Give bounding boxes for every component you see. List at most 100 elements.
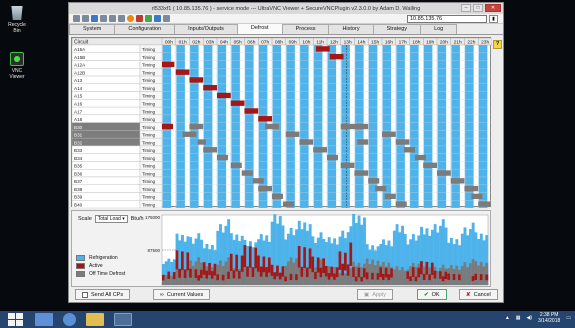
notification-icon[interactable]: ▭ xyxy=(566,315,571,321)
off-time-load-bar xyxy=(392,269,396,285)
powershell-icon[interactable] xyxy=(63,313,76,326)
active-load-bar xyxy=(382,273,385,281)
tray-arrow-icon[interactable]: ▲ xyxy=(505,315,510,321)
off-time-load-bar xyxy=(373,265,377,285)
off-time-load-bar xyxy=(414,267,418,285)
help-icon[interactable]: ? xyxy=(493,40,502,49)
off-time-load-bar xyxy=(308,266,312,285)
refresh-icon[interactable] xyxy=(82,15,89,22)
off-time-defrost-bar xyxy=(464,185,479,192)
tab-strategy[interactable]: Strategy xyxy=(372,24,422,34)
active-load-bar xyxy=(181,251,184,270)
apply-button[interactable]: ▣ Apply xyxy=(357,289,393,300)
off-time-defrost-bar xyxy=(283,201,294,207)
vnc-viewer-desktop-icon[interactable]: VNC Viewer xyxy=(4,52,30,80)
active-load-bar xyxy=(433,270,437,279)
off-time-defrost-bar xyxy=(299,139,314,145)
hour-label: 00h xyxy=(165,40,173,46)
ctrl-key-icon[interactable] xyxy=(109,15,116,22)
off-time-defrost-bar xyxy=(197,139,206,145)
options-icon[interactable] xyxy=(145,15,152,22)
cancel-button[interactable]: ✘ Cancel xyxy=(459,289,498,300)
active-load-bar xyxy=(202,262,206,275)
active-load-bar xyxy=(384,267,388,278)
send-all-checkbox[interactable] xyxy=(82,291,88,298)
off-time-defrost-bar xyxy=(241,170,253,176)
recycle-bin-icon[interactable]: Recycle Bin xyxy=(4,6,30,34)
ok-button[interactable]: ✔ OK xyxy=(417,289,447,300)
circuit-name: B32 xyxy=(74,140,83,145)
active-load-bar xyxy=(479,274,483,281)
file-explorer-icon[interactable] xyxy=(86,313,104,326)
hour-label: 12h xyxy=(330,40,338,46)
off-time-load-bar xyxy=(463,262,467,285)
send-all-cps-button[interactable]: Send All CPs xyxy=(75,289,131,300)
active-defrost-bar xyxy=(175,69,190,75)
chat-icon[interactable] xyxy=(127,15,134,22)
off-time-load-bar xyxy=(409,266,413,285)
off-time-defrost-bar xyxy=(384,193,396,200)
server-manager-icon[interactable] xyxy=(35,313,53,326)
active-load-bar xyxy=(428,274,432,281)
hour-label: 03h xyxy=(206,40,214,46)
active-load-bar xyxy=(205,270,209,279)
off-time-defrost-bar xyxy=(182,131,197,137)
close-button[interactable]: ✕ xyxy=(485,4,501,12)
defrost-type: Timing xyxy=(142,47,156,52)
title-bar[interactable]: rl533xf1 ( 10.85.135.76 ) - service mode… xyxy=(69,3,503,14)
minimize-button[interactable]: – xyxy=(461,4,471,12)
tab-history[interactable]: History xyxy=(328,24,374,34)
active-load-bar xyxy=(417,267,421,278)
tab-configuration[interactable]: Configuration xyxy=(114,24,176,34)
circuit-name-cell xyxy=(71,130,141,139)
active-load-bar xyxy=(316,257,320,273)
fullscreen-icon[interactable] xyxy=(73,15,80,22)
off-time-load-bar xyxy=(281,275,285,285)
bottom-bar: Send All CPs ∞ Current Values ▣ Apply ✔ … xyxy=(71,289,501,301)
info-icon[interactable] xyxy=(154,15,161,22)
off-time-load-bar xyxy=(292,262,296,285)
tab-defrost[interactable]: Defrost xyxy=(236,23,283,34)
active-defrost-bar xyxy=(189,77,204,83)
disconnect-icon[interactable] xyxy=(163,15,170,22)
defrost-type: Timing xyxy=(142,148,156,153)
off-time-load-bar xyxy=(460,266,464,285)
active-load-bar xyxy=(420,261,423,275)
active-load-bar xyxy=(305,267,309,278)
maximize-button[interactable]: □ xyxy=(473,4,483,12)
active-load-bar xyxy=(414,276,418,282)
off-time-load-bar xyxy=(224,261,228,285)
active-load-bar xyxy=(251,267,255,278)
active-load-bar xyxy=(314,271,318,280)
file-transfer-icon[interactable] xyxy=(136,15,143,22)
windows-key-icon[interactable] xyxy=(100,15,107,22)
tab-inputs-outputs[interactable]: Inputs/Outputs xyxy=(174,24,238,34)
volume-icon[interactable]: ◀) xyxy=(527,315,533,321)
toolbar-menu-icon[interactable]: ▮ xyxy=(489,15,498,23)
refrigeration-column xyxy=(231,45,240,208)
start-button[interactable] xyxy=(8,313,25,326)
off-time-load-bar xyxy=(262,270,266,285)
vnc-viewer-taskbar-icon[interactable] xyxy=(114,313,132,326)
active-load-bar xyxy=(227,271,231,279)
tab-system[interactable]: System xyxy=(69,24,116,34)
hour-label: 13h xyxy=(344,40,352,46)
alt-key-icon[interactable] xyxy=(118,15,125,22)
active-load-bar xyxy=(254,247,258,269)
address-field[interactable]: 10.85.135.76 xyxy=(407,15,487,23)
y-tick-top: 175000 xyxy=(145,215,161,220)
ctrl-alt-del-icon[interactable] xyxy=(91,15,98,22)
defrost-grid: Circuit 00h 01h 02h 03h 04h 05h 06h 07h 08h 09h 10h… xyxy=(71,37,493,209)
network-icon[interactable]: ▦ xyxy=(516,315,521,321)
active-load-bar xyxy=(430,262,434,275)
current-values-button[interactable]: ∞ Current Values xyxy=(153,289,211,300)
system-tray: ▲ ▦ ◀) 2:38 PM 3/14/2018 ▭ xyxy=(505,312,571,324)
clock[interactable]: 2:38 PM 3/14/2018 xyxy=(538,312,560,324)
circuit-name-cell xyxy=(71,176,141,185)
tab-log[interactable]: Log xyxy=(420,24,458,34)
active-load-bar xyxy=(178,268,182,278)
hour-label: 05h xyxy=(234,40,242,46)
tab-process[interactable]: Process xyxy=(281,24,330,34)
hour-label: 14h xyxy=(357,40,365,46)
active-load-bar xyxy=(458,274,462,281)
